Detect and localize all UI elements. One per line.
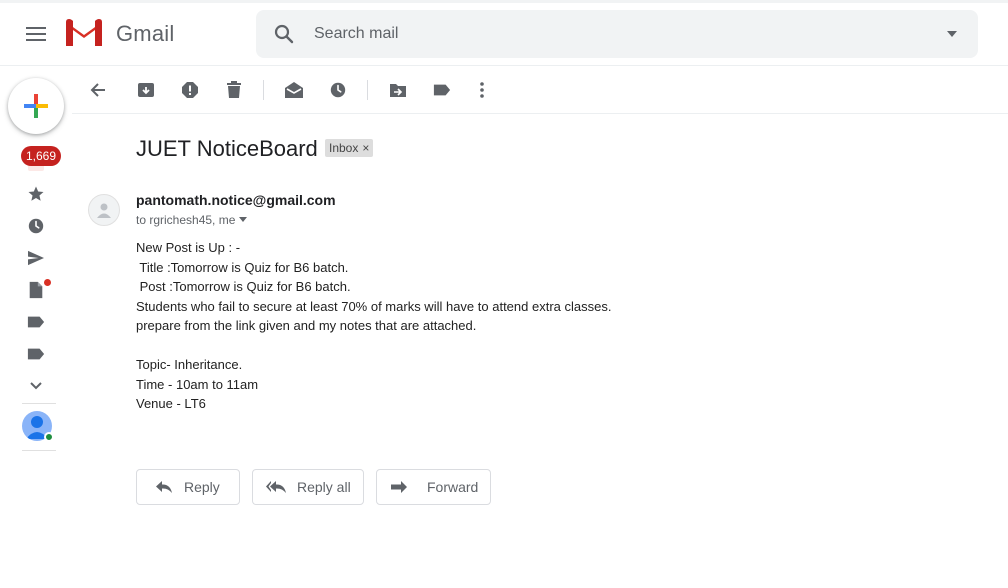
arrow-back-icon — [90, 83, 105, 97]
snooze-button[interactable] — [324, 76, 352, 104]
mark-unread-button[interactable] — [280, 76, 308, 104]
rail-divider — [22, 450, 56, 451]
mark-unread-icon — [285, 82, 303, 98]
body-line: Post :Tomorrow is Quiz for B6 batch. — [136, 279, 351, 294]
toolbar-divider — [367, 80, 368, 100]
drafts-indicator-dot — [44, 279, 51, 286]
draft-icon — [29, 281, 43, 299]
email-body: New Post is Up : - Title :Tomorrow is Qu… — [136, 238, 611, 414]
toolbar-divider — [263, 80, 264, 100]
online-status-dot — [44, 432, 54, 442]
caret-down-icon[interactable] — [942, 24, 962, 44]
body-line: New Post is Up : - — [136, 240, 241, 255]
archive-icon — [138, 83, 154, 97]
sender-avatar[interactable] — [88, 194, 120, 226]
more-options-button[interactable] — [468, 76, 496, 104]
labels-button[interactable] — [428, 76, 456, 104]
email-subject: JUET NoticeBoard — [136, 136, 318, 161]
send-icon — [28, 250, 44, 266]
nav-label-2[interactable] — [20, 340, 52, 368]
forward-button[interactable]: Forward — [376, 469, 491, 505]
nav-starred[interactable] — [20, 180, 52, 208]
delete-button[interactable] — [220, 76, 248, 104]
search-input[interactable] — [312, 18, 912, 50]
nav-label-1[interactable] — [20, 308, 52, 336]
chevron-down-icon — [30, 382, 42, 390]
nav-more[interactable] — [20, 372, 52, 400]
reply-all-icon — [265, 477, 287, 497]
compose-button[interactable] — [8, 78, 64, 134]
recipients-text: to rgrichesh45, me — [136, 213, 236, 227]
move-to-button[interactable] — [384, 76, 412, 104]
clock-icon — [28, 218, 44, 234]
reply-all-button[interactable]: Reply all — [252, 469, 364, 505]
search-icon[interactable] — [270, 20, 298, 48]
reply-all-label: Reply all — [297, 479, 351, 495]
move-to-icon — [390, 84, 406, 97]
nav-sent[interactable] — [20, 244, 52, 272]
inbox-unread-badge: 1,669 — [21, 146, 62, 166]
top-border — [0, 0, 1008, 3]
body-line — [136, 336, 611, 356]
body-line: Topic- Inheritance. — [136, 357, 243, 372]
back-button[interactable] — [84, 76, 112, 104]
caret-down-icon — [239, 217, 248, 222]
star-icon — [28, 186, 44, 201]
label-icon — [27, 316, 45, 328]
report-spam-icon — [182, 82, 198, 98]
hamburger-menu-icon[interactable] — [20, 18, 52, 50]
label-icon — [27, 348, 45, 360]
body-line: prepare from the link given and my notes… — [136, 318, 477, 333]
toolbar-divider-line — [72, 113, 1008, 114]
forward-label: Forward — [427, 479, 479, 495]
body-line: Venue - LT6 — [136, 396, 206, 411]
plus-icon — [24, 94, 48, 118]
clock-icon — [330, 82, 346, 98]
more-vert-icon — [480, 82, 484, 98]
label-chip-inbox[interactable]: Inbox × — [325, 139, 374, 157]
nav-snoozed[interactable] — [20, 212, 52, 240]
sender-email[interactable]: pantomath.notice@gmail.com — [136, 192, 336, 208]
header-divider — [0, 65, 1008, 66]
app-brand[interactable]: Gmail — [116, 21, 174, 47]
reply-icon — [154, 477, 174, 497]
trash-icon — [227, 81, 241, 98]
body-line: Time - 10am to 11am — [136, 376, 259, 392]
body-line: Students who fail to secure at least 70%… — [136, 298, 612, 314]
forward-icon — [389, 477, 409, 497]
gmail-logo-icon[interactable] — [64, 18, 104, 50]
report-spam-button[interactable] — [176, 76, 204, 104]
body-line: Title :Tomorrow is Quiz for B6 batch. — [136, 259, 349, 275]
reply-button[interactable]: Reply — [136, 469, 240, 505]
label-chip-text: Inbox — [329, 141, 359, 155]
remove-label-button[interactable]: × — [362, 139, 369, 157]
label-icon — [433, 84, 451, 96]
recipients-toggle[interactable]: to rgrichesh45, me — [136, 213, 248, 227]
search-bar[interactable] — [256, 10, 978, 58]
reply-label: Reply — [184, 479, 220, 495]
person-icon — [97, 203, 111, 218]
rail-divider — [22, 403, 56, 404]
archive-button[interactable] — [132, 76, 160, 104]
